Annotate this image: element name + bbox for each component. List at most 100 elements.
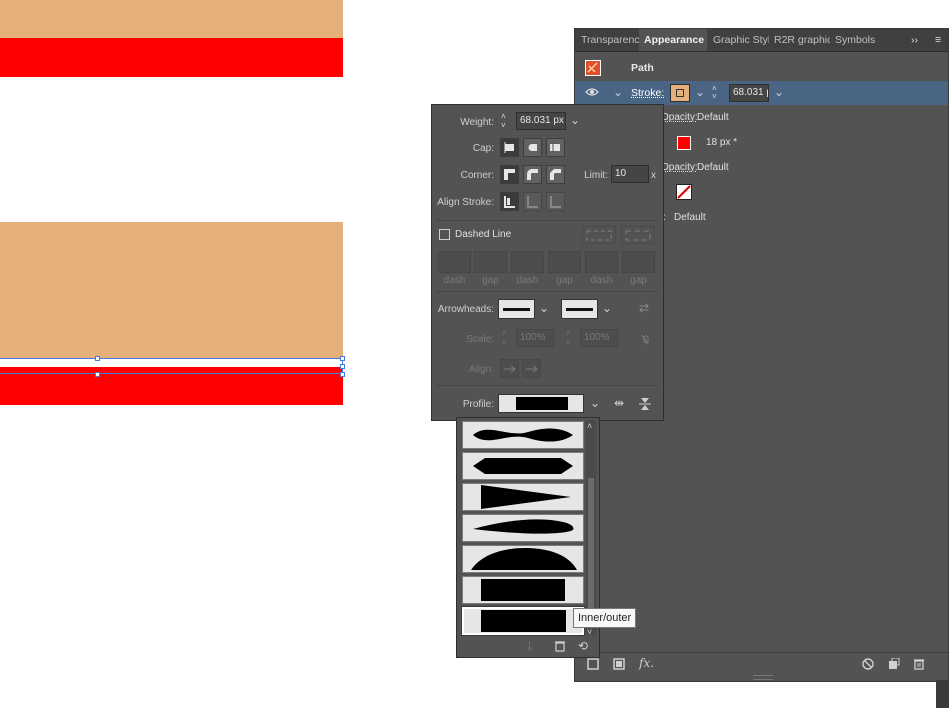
end-scale-field[interactable]: 100%	[580, 329, 618, 347]
align-arrow-label: Align:	[468, 364, 494, 375]
dashed-line-checkbox[interactable]	[439, 229, 450, 240]
end-arrowhead-select[interactable]	[561, 299, 598, 319]
scroll-up-icon[interactable]: ˄	[587, 420, 592, 432]
gap-label: gap	[556, 275, 573, 286]
selection-handle[interactable]	[340, 372, 345, 377]
selection-handle[interactable]	[95, 372, 100, 377]
tab-transparency[interactable]: Transparency	[581, 29, 639, 51]
end-arrowhead-dropdown-icon[interactable]: ⌄	[602, 302, 612, 314]
eye-icon[interactable]	[585, 87, 599, 99]
preserve-dash-button[interactable]	[582, 226, 616, 244]
align-center-button[interactable]	[500, 192, 519, 211]
stroke-panel: Weight: ˄ ˅ 68.031 px ⌄ Cap: Corner: Limi…	[431, 104, 664, 421]
duplicate-item-icon[interactable]	[888, 657, 900, 672]
tan-rectangle-bottom[interactable]	[0, 222, 343, 359]
weight-field[interactable]: 68.031 px	[516, 112, 566, 130]
tab-appearance[interactable]: Appearance	[639, 29, 707, 51]
fill-color-swatch[interactable]	[677, 136, 691, 150]
arrow-extend-button[interactable]	[500, 359, 519, 378]
scroll-thumb[interactable]	[588, 478, 594, 618]
end-scale-stepper[interactable]: ˄ ˅	[566, 329, 576, 347]
arrow-place-button[interactable]	[522, 359, 541, 378]
panel-menu-icon[interactable]: ≡	[935, 29, 947, 51]
start-arrowhead-select[interactable]	[498, 299, 535, 319]
add-new-stroke-icon[interactable]	[587, 658, 599, 672]
stroke-row[interactable]: ⌄ Stroke: ⌄ ˄˅ 68.031 px ⌄	[575, 81, 948, 105]
gap-label: gap	[482, 275, 499, 286]
bevel-join-button[interactable]	[546, 165, 565, 184]
panel-resize-grip[interactable]	[753, 675, 773, 680]
align-dash-corners-button[interactable]	[621, 226, 655, 244]
inner-outer-profile-option[interactable]	[461, 606, 585, 636]
width-profile-5-option[interactable]	[462, 545, 584, 573]
dash-field-2[interactable]	[511, 251, 544, 273]
dash-label: dash	[516, 275, 539, 286]
selection-handle[interactable]	[95, 356, 100, 361]
fx-icon[interactable]: fx.	[639, 657, 654, 669]
delete-item-icon[interactable]	[913, 658, 925, 672]
profile-select[interactable]	[498, 394, 584, 413]
gap-field-1[interactable]	[474, 251, 507, 273]
width-profile-3-option[interactable]	[462, 483, 584, 511]
profile-dropdown-icon[interactable]: ⌄	[590, 397, 600, 409]
selection-bounding-box[interactable]	[0, 358, 343, 374]
none-fill-swatch[interactable]	[676, 184, 692, 200]
tooltip: Inner/outer	[573, 608, 637, 628]
start-scale-field[interactable]: 100%	[516, 329, 554, 347]
opacity-label-2: Opacity:	[661, 162, 698, 173]
projecting-cap-button[interactable]	[546, 138, 565, 157]
round-cap-button[interactable]	[523, 138, 542, 157]
corner-label: Corner:	[460, 170, 494, 181]
link-scale-icon[interactable]	[639, 333, 651, 348]
start-arrowhead-dropdown-icon[interactable]: ⌄	[539, 302, 549, 314]
more-tabs-icon[interactable]: ››	[911, 29, 925, 51]
align-stroke-label: Align Stroke:	[437, 197, 494, 208]
clear-appearance-icon[interactable]	[862, 658, 874, 672]
swap-arrowheads-icon[interactable]: ⇄	[639, 302, 649, 314]
add-to-profiles-icon[interactable]: ⤓	[527, 640, 532, 652]
miter-join-button[interactable]	[500, 165, 519, 184]
add-new-fill-icon[interactable]	[613, 658, 625, 672]
width-profile-2-option[interactable]	[462, 452, 584, 480]
limit-field[interactable]: 10	[611, 165, 649, 183]
dash-field-1[interactable]	[438, 251, 471, 273]
round-join-button[interactable]	[523, 165, 542, 184]
object-label: Path	[631, 62, 654, 74]
width-profile-1-option[interactable]	[462, 421, 584, 449]
divider	[436, 385, 657, 386]
chevron-down-icon[interactable]: ⌄	[613, 86, 623, 98]
dash-field-3[interactable]	[585, 251, 618, 273]
selection-handle[interactable]	[340, 356, 345, 361]
stroke-label[interactable]: Stroke:	[631, 87, 664, 99]
dashed-line-label: Dashed Line	[455, 229, 512, 240]
weight-stepper[interactable]: ˄ ˅	[501, 112, 511, 130]
stroke-weight-field[interactable]: 68.031 px	[729, 84, 769, 102]
red-rectangle-top[interactable]	[0, 38, 343, 77]
delete-profile-icon[interactable]	[554, 640, 566, 654]
selection-handle[interactable]	[340, 364, 345, 369]
tab-symbols[interactable]: Symbols	[835, 29, 885, 51]
stroke-weight-stepper[interactable]: ˄ ˅	[712, 85, 722, 101]
butt-cap-button[interactable]	[500, 138, 519, 157]
opacity-value-2: Default	[697, 162, 729, 173]
reset-profiles-icon[interactable]: ⟲	[578, 640, 588, 652]
weight-dropdown-icon[interactable]: ⌄	[774, 86, 784, 98]
align-outside-button[interactable]	[546, 192, 565, 211]
gap-field-3[interactable]	[622, 251, 655, 273]
width-profile-4-option[interactable]	[462, 514, 584, 542]
profile-label: Profile:	[462, 399, 494, 410]
swatch-dropdown-icon[interactable]: ⌄	[695, 86, 705, 98]
uniform-profile-option[interactable]	[462, 576, 584, 604]
opacity-value-3: Default	[674, 212, 706, 223]
tab-graphic-styles[interactable]: Graphic Styles	[713, 29, 769, 51]
tab-r2r-graphic[interactable]: R2R graphic	[774, 29, 830, 51]
tan-rectangle-top[interactable]	[0, 0, 343, 38]
flip-across-icon[interactable]	[639, 397, 651, 413]
flip-along-icon[interactable]: ⇹	[614, 397, 624, 409]
gap-field-2[interactable]	[548, 251, 581, 273]
stroke-color-swatch[interactable]	[670, 84, 690, 102]
start-scale-stepper[interactable]: ˄ ˅	[502, 329, 512, 347]
opacity-value-1: Default	[697, 112, 729, 123]
align-inside-button[interactable]	[523, 192, 542, 211]
weight-dropdown-icon[interactable]: ⌄	[570, 114, 580, 126]
